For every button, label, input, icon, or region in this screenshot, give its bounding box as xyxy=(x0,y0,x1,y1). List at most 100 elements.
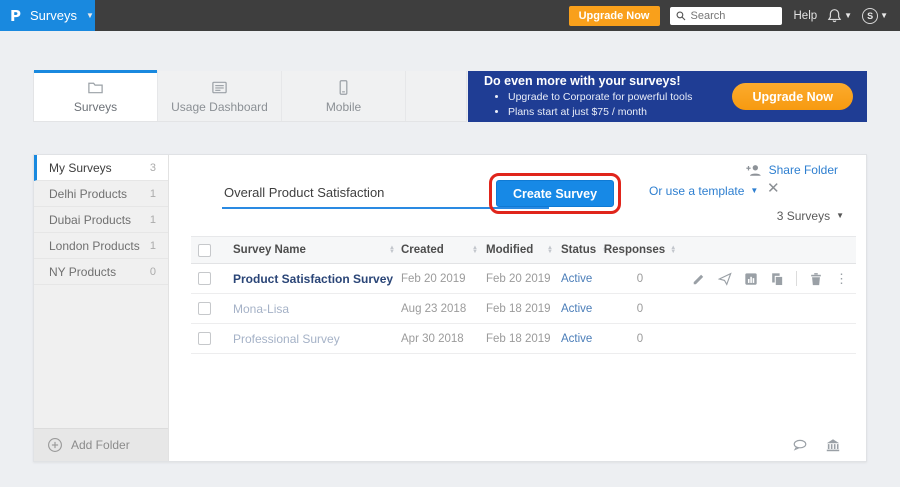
add-folder-button[interactable]: Add Folder xyxy=(34,428,168,461)
sort-icon[interactable]: ▲▼ xyxy=(547,246,553,255)
folder-label: Dubai Products xyxy=(49,213,131,227)
copy-button[interactable] xyxy=(770,272,784,286)
created-date: Feb 20 2019 xyxy=(401,273,466,285)
folder-count: 0 xyxy=(150,266,156,278)
sidebar-item-ny-products[interactable]: NY Products 0 xyxy=(34,259,168,285)
surveys-count-dropdown[interactable]: 3 Surveys ▼ xyxy=(777,209,844,223)
status-badge[interactable]: Active xyxy=(561,333,592,345)
sidebar-item-delhi-products[interactable]: Delhi Products 1 xyxy=(34,181,168,207)
search-input[interactable] xyxy=(691,10,771,22)
sort-icon[interactable]: ▲▼ xyxy=(389,246,395,255)
banner-title: Do even more with your surveys! xyxy=(484,74,692,88)
status-badge[interactable]: Active xyxy=(561,303,592,315)
surveys-card: My Surveys 3 Delhi Products 1 Dubai Prod… xyxy=(33,154,867,462)
plus-circle-icon xyxy=(47,437,63,453)
more-actions-button[interactable]: ⋮ xyxy=(835,271,848,287)
chevron-down-icon: ▼ xyxy=(750,187,758,195)
paper-plane-icon xyxy=(718,272,732,286)
reports-button[interactable] xyxy=(744,272,758,286)
survey-name-link[interactable]: Mona-Lisa xyxy=(233,302,289,316)
responses-count: 0 xyxy=(637,333,643,345)
sidebar-item-london-products[interactable]: London Products 1 xyxy=(34,233,168,259)
sort-icon[interactable]: ▲▼ xyxy=(670,246,676,255)
page: P Surveys ▼ Upgrade Now Help ▼ S ▼ Surve xyxy=(0,0,900,487)
col-header-status: Status xyxy=(561,244,596,256)
share-folder-label: Share Folder xyxy=(769,163,838,177)
help-link[interactable]: Help xyxy=(794,10,818,22)
table-row: Professional Survey Apr 30 2018 Feb 18 2… xyxy=(191,324,856,354)
copy-icon xyxy=(770,272,784,286)
folder-count: 1 xyxy=(150,240,156,252)
dashboard-icon xyxy=(211,79,228,96)
bell-icon xyxy=(827,8,842,23)
select-all-checkbox[interactable] xyxy=(198,244,211,257)
brand-logo-icon: P xyxy=(10,7,21,25)
tab-surveys[interactable]: Surveys xyxy=(34,71,158,121)
surveys-table: Survey Name ▲▼ Created ▲▼ Modified ▲▼ St… xyxy=(191,236,856,354)
tab-usage-dashboard[interactable]: Usage Dashboard xyxy=(158,71,282,121)
account-menu[interactable]: S ▼ xyxy=(862,8,888,24)
folder-label: NY Products xyxy=(49,265,116,279)
notifications-button[interactable]: ▼ xyxy=(827,8,852,23)
row-checkbox[interactable] xyxy=(198,332,211,345)
folder-count: 1 xyxy=(150,188,156,200)
banner-bullets: Upgrade to Corporate for powerful tools … xyxy=(508,90,692,118)
edit-button[interactable] xyxy=(692,272,706,286)
pencil-icon xyxy=(692,272,706,286)
table-row: Product Satisfaction Survey Feb 20 2019 … xyxy=(191,264,856,294)
app-switcher[interactable]: P Surveys ▼ xyxy=(0,0,95,31)
responses-count: 0 xyxy=(637,303,643,315)
folder-label: Delhi Products xyxy=(49,187,127,201)
chevron-down-icon: ▼ xyxy=(836,212,844,220)
search-icon xyxy=(676,11,686,21)
survey-name-link[interactable]: Professional Survey xyxy=(233,332,340,346)
row-checkbox[interactable] xyxy=(198,272,211,285)
upgrade-now-button[interactable]: Upgrade Now xyxy=(569,6,660,26)
tab-label: Surveys xyxy=(74,100,117,114)
folder-label: London Products xyxy=(49,239,140,253)
archive-button[interactable] xyxy=(825,437,841,453)
col-header-modified: Modified xyxy=(486,244,533,256)
share-folder-button[interactable]: Share Folder xyxy=(746,163,838,177)
close-icon[interactable]: ✕ xyxy=(767,179,780,197)
topbar: P Surveys ▼ Upgrade Now Help ▼ S ▼ xyxy=(0,0,900,31)
folder-label: My Surveys xyxy=(49,161,112,175)
modified-date: Feb 20 2019 xyxy=(486,273,551,285)
use-template-label: Or use a template xyxy=(649,184,744,198)
tab-label: Usage Dashboard xyxy=(171,100,268,114)
section-tabs: Surveys Usage Dashboard Mobile xyxy=(33,71,467,122)
modified-date: Feb 18 2019 xyxy=(486,303,551,315)
created-date: Apr 30 2018 xyxy=(401,333,464,345)
table-row: Mona-Lisa Aug 23 2018 Feb 18 2019 Active… xyxy=(191,294,856,324)
status-badge[interactable]: Active xyxy=(561,273,592,285)
search-box[interactable] xyxy=(670,7,782,25)
chevron-down-icon: ▼ xyxy=(880,12,888,20)
bank-icon xyxy=(825,437,841,453)
avatar: S xyxy=(862,8,878,24)
add-folder-label: Add Folder xyxy=(71,438,130,452)
mobile-icon xyxy=(335,79,352,96)
row-checkbox[interactable] xyxy=(198,302,211,315)
send-button[interactable] xyxy=(718,272,732,286)
divider xyxy=(796,271,797,286)
sidebar-item-dubai-products[interactable]: Dubai Products 1 xyxy=(34,207,168,233)
folder-count: 3 xyxy=(150,162,156,174)
tab-label: Mobile xyxy=(326,100,361,114)
table-header-row: Survey Name ▲▼ Created ▲▼ Modified ▲▼ St… xyxy=(191,236,856,264)
col-header-survey-name: Survey Name xyxy=(233,244,306,256)
banner-bullet: Plans start at just $75 / month xyxy=(508,105,692,119)
banner-upgrade-button[interactable]: Upgrade Now xyxy=(732,83,853,110)
feedback-button[interactable] xyxy=(792,437,808,453)
sort-icon[interactable]: ▲▼ xyxy=(472,246,478,255)
chevron-down-icon: ▼ xyxy=(844,12,852,20)
folders-sidebar: My Surveys 3 Delhi Products 1 Dubai Prod… xyxy=(34,155,169,461)
create-survey-button[interactable]: Create Survey xyxy=(496,180,614,207)
modified-date: Feb 18 2019 xyxy=(486,333,551,345)
tab-mobile[interactable]: Mobile xyxy=(282,71,406,121)
survey-name-link[interactable]: Product Satisfaction Survey xyxy=(233,272,393,286)
delete-button[interactable] xyxy=(809,272,823,286)
sidebar-item-my-surveys[interactable]: My Surveys 3 xyxy=(34,155,168,181)
created-date: Aug 23 2018 xyxy=(401,303,466,315)
use-template-link[interactable]: Or use a template ▼ xyxy=(649,184,758,198)
folder-count: 1 xyxy=(150,214,156,226)
